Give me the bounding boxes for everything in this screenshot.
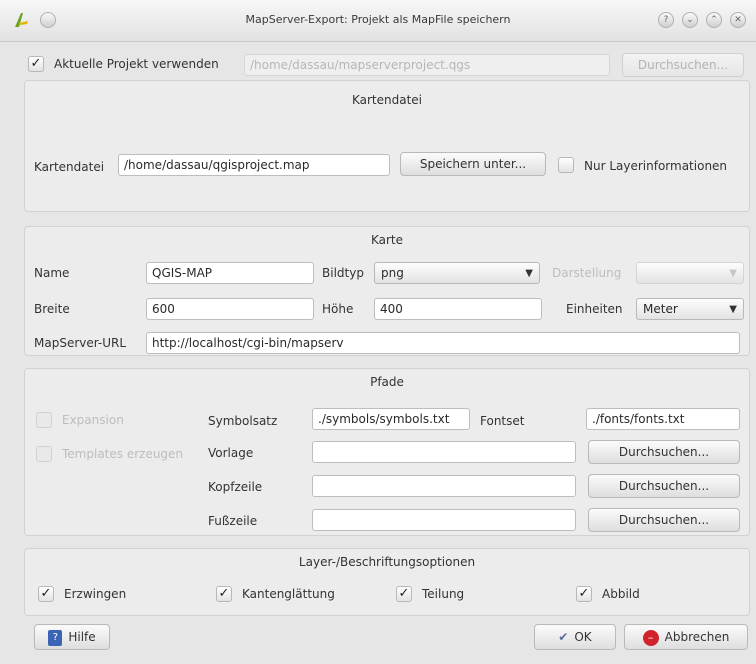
breite-field[interactable]: 600: [146, 298, 314, 320]
layer-only-checkbox[interactable]: [558, 157, 574, 173]
use-current-project-checkbox[interactable]: ✓: [28, 56, 44, 72]
kartendatei-label: Kartendatei: [34, 160, 105, 174]
expansion-label: Expansion: [62, 413, 124, 427]
close-icon[interactable]: ✕: [730, 12, 746, 28]
cancel-button[interactable]: – Abbrechen: [624, 624, 748, 650]
mapserver-url-label: MapServer-URL: [34, 336, 127, 350]
fontset-label: Fontset: [480, 414, 525, 428]
minimize-icon[interactable]: ⌄: [682, 12, 698, 28]
project-browse-button[interactable]: Durchsuchen...: [622, 53, 744, 77]
breite-label: Breite: [34, 302, 70, 316]
fusszeile-browse-button[interactable]: Durchsuchen...: [588, 508, 740, 532]
abbild-checkbox[interactable]: ✓: [576, 586, 592, 602]
kantenglaettung-checkbox[interactable]: ✓: [216, 586, 232, 602]
bildtyp-value: png: [381, 266, 404, 280]
maximize-icon[interactable]: ⌃: [706, 12, 722, 28]
help-button[interactable]: ? Hilfe: [34, 624, 110, 650]
kartendatei-group-title: Kartendatei: [351, 93, 423, 107]
karte-group-title: Karte: [370, 233, 404, 247]
layer-options-group: Layer-/Beschriftungsoptionen: [24, 548, 750, 616]
pfade-group-title: Pfade: [370, 375, 404, 389]
layer-options-group-title: Layer-/Beschriftungsoptionen: [298, 555, 476, 569]
name-label: Name: [34, 266, 70, 280]
kartendatei-group: Kartendatei: [24, 80, 750, 212]
symbolsatz-label: Symbolsatz: [208, 414, 278, 428]
ok-button[interactable]: ✔ OK: [534, 624, 616, 650]
bildtyp-select[interactable]: png ▼: [374, 262, 540, 284]
expansion-checkbox[interactable]: [36, 412, 52, 428]
help-button-label: Hilfe: [68, 630, 96, 644]
window-title: MapServer-Export: Projekt als MapFile sp…: [245, 13, 511, 26]
project-path-field[interactable]: /home/dassau/mapserverproject.qgs: [244, 54, 610, 76]
symbolsatz-field[interactable]: ./symbols/symbols.txt: [312, 408, 470, 430]
save-as-button[interactable]: Speichern unter...: [400, 152, 546, 176]
kopfzeile-label: Kopfzeile: [208, 480, 263, 494]
fusszeile-label: Fußzeile: [208, 514, 258, 528]
name-field[interactable]: QGIS-MAP: [146, 262, 314, 284]
kopfzeile-browse-button[interactable]: Durchsuchen...: [588, 474, 740, 498]
layer-only-label: Nur Layerinformationen: [584, 159, 728, 173]
help-book-icon: ?: [48, 629, 63, 646]
hoehe-field[interactable]: 400: [374, 298, 542, 320]
darstellung-label: Darstellung: [552, 266, 622, 280]
help-icon[interactable]: ?: [658, 12, 674, 28]
vorlage-field[interactable]: [312, 441, 576, 463]
teilung-checkbox[interactable]: ✓: [396, 586, 412, 602]
fusszeile-field[interactable]: [312, 509, 576, 531]
einheiten-label: Einheiten: [566, 302, 623, 316]
kartendatei-field[interactable]: /home/dassau/qgisproject.map: [118, 154, 390, 176]
templates-label: Templates erzeugen: [62, 447, 184, 461]
ok-button-label: OK: [574, 630, 592, 644]
einheiten-value: Meter: [643, 302, 678, 316]
checkmark-icon: ✔: [558, 630, 569, 644]
erzwingen-checkbox[interactable]: ✓: [38, 586, 54, 602]
vorlage-browse-button[interactable]: Durchsuchen...: [588, 440, 740, 464]
cancel-icon: –: [642, 629, 659, 646]
chevron-down-icon: ▼: [729, 268, 737, 279]
chevron-down-icon: ▼: [525, 268, 533, 279]
templates-checkbox[interactable]: [36, 446, 52, 462]
fontset-field[interactable]: ./fonts/fonts.txt: [586, 408, 740, 430]
darstellung-select[interactable]: ▼: [636, 262, 744, 284]
mapserver-url-field[interactable]: http://localhost/cgi-bin/mapserv: [146, 332, 740, 354]
use-current-project-label: Aktuelle Projekt verwenden: [54, 57, 219, 71]
chevron-down-icon: ▼: [729, 304, 737, 315]
title-bar: MapServer-Export: Projekt als MapFile sp…: [0, 0, 756, 42]
cancel-button-label: Abbrechen: [664, 630, 730, 644]
erzwingen-label: Erzwingen: [64, 587, 127, 601]
bildtyp-label: Bildtyp: [322, 266, 364, 280]
kantenglaettung-label: Kantenglättung: [242, 587, 335, 601]
abbild-label: Abbild: [602, 587, 640, 601]
kopfzeile-field[interactable]: [312, 475, 576, 497]
vorlage-label: Vorlage: [208, 446, 254, 460]
einheiten-select[interactable]: Meter ▼: [636, 298, 744, 320]
teilung-label: Teilung: [422, 587, 465, 601]
hoehe-label: Höhe: [322, 302, 354, 316]
